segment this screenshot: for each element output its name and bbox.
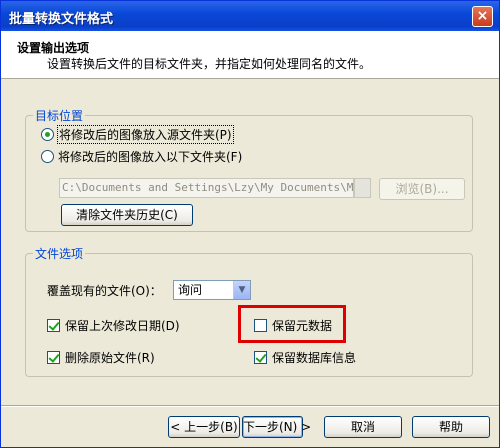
back-button[interactable]: < 上一步(B) [168, 416, 240, 438]
radio-other-indicator[interactable] [41, 149, 54, 163]
target-location-legend: 目标位置 [33, 107, 86, 124]
overwrite-select[interactable]: 询问 ▼ [173, 280, 251, 300]
keep-db-info-label: 保留数据库信息 [272, 350, 357, 365]
overwrite-select-value: 询问 [178, 283, 203, 297]
keep-db-info-checkbox[interactable]: 保留数据库信息 [254, 349, 356, 365]
delete-original-checkbox[interactable]: 删除原始文件(R) [47, 349, 155, 365]
keep-metadata-box[interactable] [254, 318, 267, 332]
delete-original-label: 删除原始文件(R) [65, 350, 155, 365]
keep-modified-date-label: 保留上次修改日期(D) [65, 318, 180, 333]
window-title: 批量转换文件格式 [9, 12, 114, 27]
footer-separator [1, 405, 499, 407]
radio-other-label: 将修改后的图像放入以下文件夹(F) [58, 149, 243, 164]
clear-history-button[interactable]: 清除文件夹历史(C) [61, 204, 193, 226]
help-button[interactable]: 帮助 [412, 416, 490, 438]
keep-metadata-label: 保留元数据 [272, 318, 333, 333]
title-bar[interactable]: 批量转换文件格式 × [1, 1, 499, 31]
browse-button[interactable]: 浏览(B)... [379, 178, 465, 200]
keep-modified-date-box[interactable] [47, 318, 60, 332]
close-icon[interactable]: × [472, 6, 493, 27]
next-button[interactable]: 下一步(N) > [242, 416, 311, 438]
overwrite-label: 覆盖现有的文件(O)： [47, 284, 162, 298]
header-title: 设置输出选项 [17, 41, 90, 55]
header-subtitle: 设置转换后文件的目标文件夹，并指定如何处理同名的文件。 [47, 57, 372, 71]
radio-source-label: 将修改后的图像放入源文件夹(P) [57, 124, 234, 144]
wizard-header: 设置输出选项 设置转换后文件的目标文件夹，并指定如何处理同名的文件。 [1, 31, 499, 79]
keep-db-info-box[interactable] [254, 350, 267, 364]
dialog-window: 批量转换文件格式 × 设置输出选项 设置转换后文件的目标文件夹，并指定如何处理同… [0, 0, 500, 448]
file-options-legend: 文件选项 [33, 245, 86, 262]
cancel-button[interactable]: 取消 [324, 416, 402, 438]
chevron-down-icon[interactable]: ▼ [233, 281, 250, 299]
radio-other-folder[interactable]: 将修改后的图像放入以下文件夹(F) [41, 148, 242, 164]
keep-metadata-checkbox[interactable]: 保留元数据 [254, 317, 332, 333]
folder-dropdown-button[interactable] [354, 178, 371, 198]
delete-original-box[interactable] [47, 350, 60, 364]
radio-source-folder[interactable]: 将修改后的图像放入源文件夹(P) [41, 124, 234, 144]
radio-source-indicator[interactable] [41, 127, 54, 141]
keep-modified-date-checkbox[interactable]: 保留上次修改日期(D) [47, 317, 180, 333]
target-folder-field[interactable]: C:\Documents and Settings\Lzy\My Documen… [59, 178, 354, 198]
